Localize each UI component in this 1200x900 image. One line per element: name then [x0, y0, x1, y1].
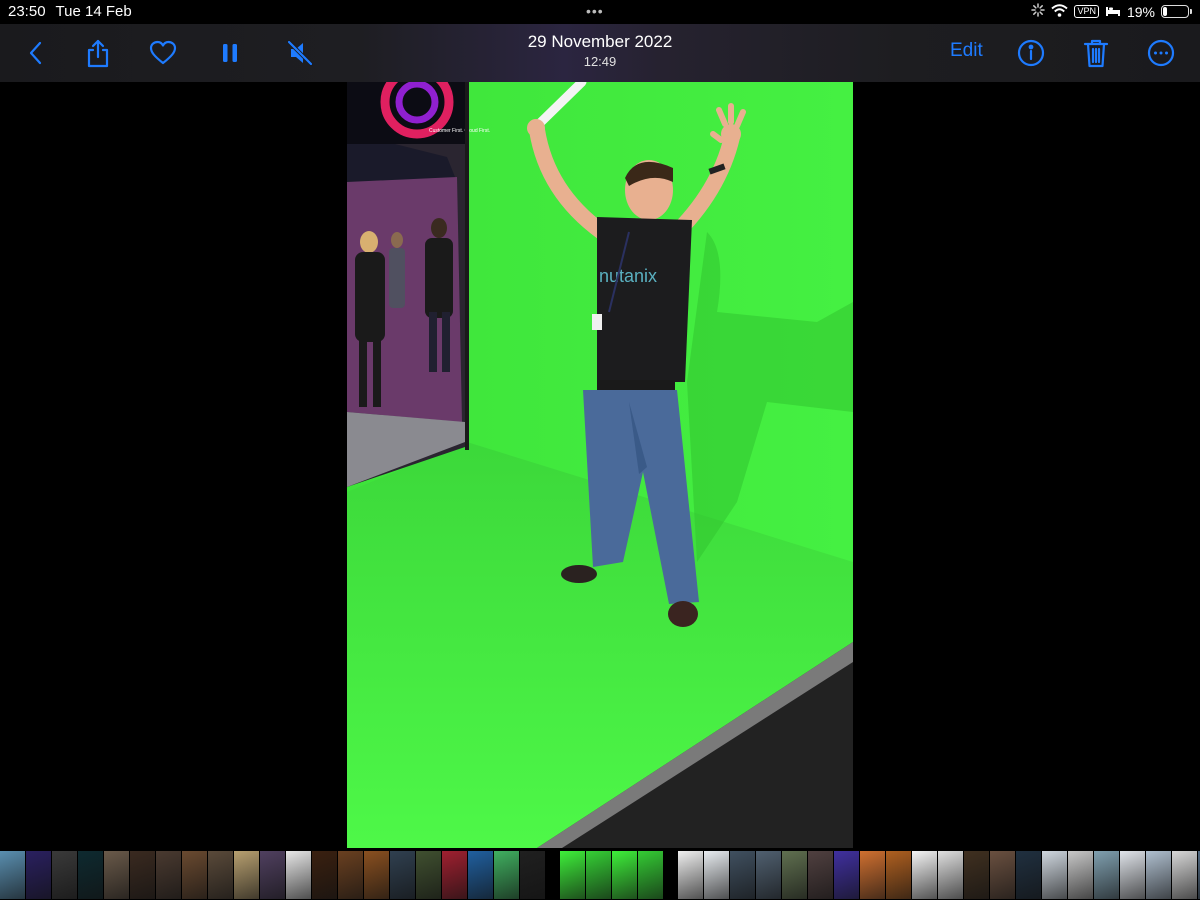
share-icon [87, 39, 109, 68]
filmstrip-thumbnail[interactable] [704, 851, 729, 899]
back-chevron-icon [29, 41, 42, 65]
pause-button[interactable] [213, 36, 247, 70]
vpn-badge: VPN [1074, 5, 1099, 18]
filmstrip-thumbnail[interactable] [1042, 851, 1067, 899]
filmstrip-thumbnail[interactable] [52, 851, 77, 899]
filmstrip-thumbnail[interactable] [730, 851, 755, 899]
filmstrip-thumbnail[interactable] [834, 851, 859, 899]
filmstrip-thumbnail[interactable] [964, 851, 989, 899]
info-icon [1017, 39, 1045, 67]
filmstrip-thumbnail[interactable] [912, 851, 937, 899]
booth-screen-text: Customer First. Cloud First. [429, 128, 490, 134]
filmstrip-thumbnail[interactable] [808, 851, 833, 899]
filmstrip-thumbnail[interactable] [416, 851, 441, 899]
status-bar: 23:50 Tue 14 Feb ••• VPN 19% [0, 0, 1200, 24]
filmstrip-thumbnail[interactable] [260, 851, 285, 899]
status-time: 23:50 [8, 3, 46, 20]
filmstrip-thumbnail[interactable] [1146, 851, 1171, 899]
filmstrip-thumbnail[interactable] [1016, 851, 1041, 899]
more-button[interactable] [1144, 36, 1178, 70]
photo-time: 12:49 [583, 54, 617, 69]
filmstrip-thumbnail[interactable] [560, 851, 585, 899]
shirt-text: nutanix [599, 266, 657, 286]
filmstrip-thumbnail[interactable] [26, 851, 51, 899]
filmstrip-thumbnail[interactable] [312, 851, 337, 899]
status-date: Tue 14 Feb [55, 3, 132, 20]
wifi-icon [1051, 3, 1069, 20]
filmstrip-thumbnail[interactable] [860, 851, 885, 899]
filmstrip-thumbnail[interactable] [638, 851, 663, 899]
battery-percent: 19% [1126, 3, 1155, 20]
filmstrip-gap [546, 851, 560, 899]
edit-button[interactable]: Edit [950, 40, 983, 62]
filmstrip-thumbnail[interactable] [182, 851, 207, 899]
trash-icon [1083, 39, 1109, 68]
info-button[interactable] [1014, 36, 1048, 70]
filmstrip-thumbnail[interactable] [390, 851, 415, 899]
mute-button[interactable] [283, 36, 317, 70]
back-button[interactable] [19, 36, 53, 70]
photo-title: 29 November 2022 12:49 [450, 32, 750, 69]
filmstrip-thumbnail[interactable] [886, 851, 911, 899]
filmstrip-thumbnail[interactable] [208, 851, 233, 899]
filmstrip-thumbnail[interactable] [1094, 851, 1119, 899]
filmstrip-thumbnail[interactable] [782, 851, 807, 899]
filmstrip-thumbnail[interactable] [1172, 851, 1197, 899]
filmstrip-thumbnail[interactable] [364, 851, 389, 899]
green-screen-photo: Customer First. Cloud First. nutanix [347, 82, 853, 848]
photo-date: 29 November 2022 [527, 32, 673, 51]
thumbnail-filmstrip[interactable] [0, 850, 1200, 900]
filmstrip-thumbnail[interactable] [520, 851, 545, 899]
battery-icon [1161, 5, 1189, 18]
filmstrip-thumbnail[interactable] [756, 851, 781, 899]
filmstrip-thumbnail[interactable] [286, 851, 311, 899]
filmstrip-thumbnail[interactable] [938, 851, 963, 899]
multitasking-dots-icon[interactable]: ••• [586, 3, 604, 19]
favorite-button[interactable] [146, 36, 180, 70]
mute-icon [287, 40, 313, 66]
filmstrip-thumbnail[interactable] [494, 851, 519, 899]
filmstrip-thumbnail[interactable] [990, 851, 1015, 899]
delete-button[interactable] [1079, 36, 1113, 70]
filmstrip-thumbnail[interactable] [338, 851, 363, 899]
filmstrip-thumbnail[interactable] [678, 851, 703, 899]
filmstrip-thumbnail[interactable] [156, 851, 181, 899]
filmstrip-thumbnail[interactable] [1120, 851, 1145, 899]
filmstrip-thumbnail[interactable] [234, 851, 259, 899]
sleep-bed-icon [1105, 4, 1121, 20]
activity-spinner-icon [1031, 3, 1046, 20]
heart-icon [149, 40, 177, 65]
more-icon [1147, 39, 1175, 67]
filmstrip-thumbnail[interactable] [130, 851, 155, 899]
filmstrip-thumbnail[interactable] [468, 851, 493, 899]
filmstrip-thumbnail[interactable] [78, 851, 103, 899]
filmstrip-thumbnail[interactable] [612, 851, 637, 899]
photo-toolbar: 29 November 2022 12:49 Edit [0, 24, 1200, 82]
filmstrip-thumbnail[interactable] [586, 851, 611, 899]
share-button[interactable] [81, 36, 115, 70]
pause-icon [223, 44, 237, 62]
filmstrip-thumbnail[interactable] [104, 851, 129, 899]
filmstrip-thumbnail[interactable] [1068, 851, 1093, 899]
filmstrip-gap [664, 851, 678, 899]
main-photo[interactable]: Customer First. Cloud First. nutanix [347, 82, 853, 848]
filmstrip-thumbnail[interactable] [442, 851, 467, 899]
filmstrip-thumbnail[interactable] [0, 851, 25, 899]
